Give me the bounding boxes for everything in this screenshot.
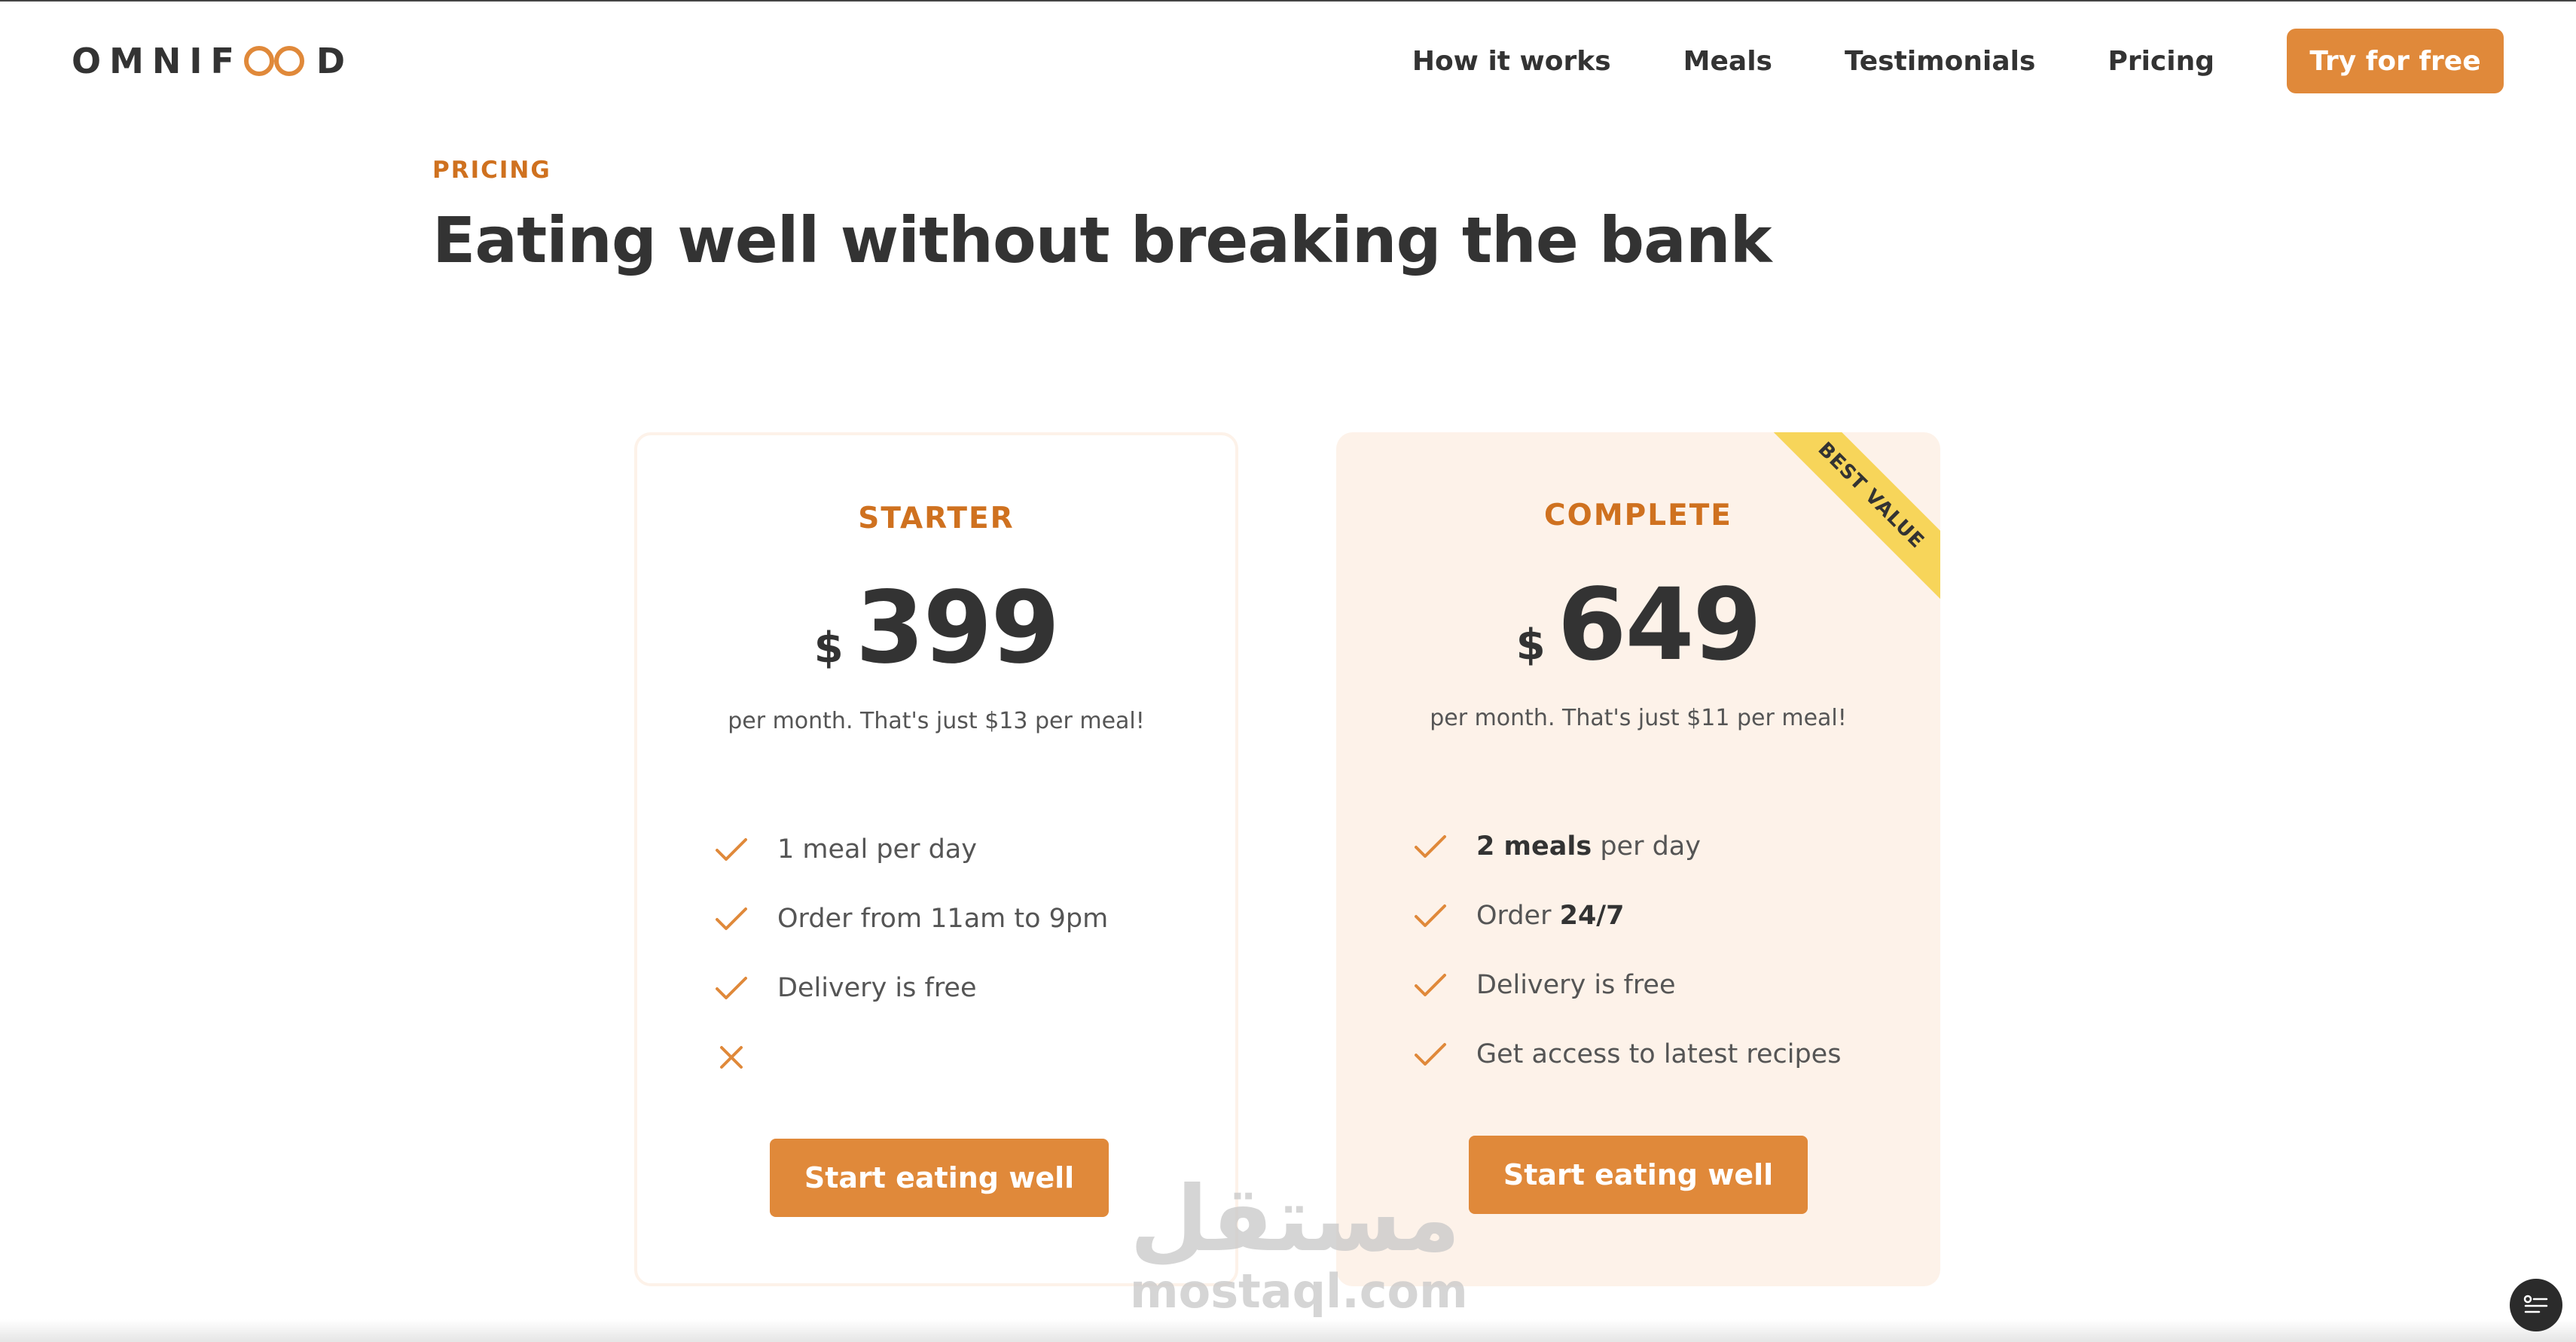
mostaql-watermark: مستقل mostaql.com [1130,1167,1468,1319]
feature-text: Order from 11am to 9pm [777,904,1109,934]
section-title: Eating well without breaking the bank [432,203,1772,277]
bottom-shadow [0,1319,2576,1342]
feature-item: Order from 11am to 9pm [713,884,1108,953]
feature-text: 2 meals per day [1476,831,1701,862]
feature-text: Order 24/7 [1476,901,1625,931]
check-icon [1415,904,1446,927]
feature-item: 2 meals per day [1412,812,1841,881]
start-eating-well-button[interactable]: Start eating well [1469,1136,1808,1214]
price-note: per month. That's just $13 per meal! [728,708,1145,734]
feature-item [713,1023,1108,1092]
price-currency: $ [1515,621,1546,669]
list-icon [2523,1295,2548,1313]
feature-item: Delivery is free [1412,950,1841,1020]
plan-name: COMPLETE [1544,499,1732,532]
feature-text: 1 meal per day [777,834,977,865]
logo-text-right: D [316,41,354,81]
start-eating-well-button[interactable]: Start eating well [770,1139,1109,1217]
infinity-icon [243,46,304,76]
price: $ 399 [637,578,1235,678]
feature-text: Delivery is free [1476,970,1676,1000]
close-icon [720,1046,743,1069]
nav-testimonials[interactable]: Testimonials [1845,46,2035,77]
feature-list: 1 meal per day Order from 11am to 9pm De… [713,815,1108,1092]
nav-pricing[interactable]: Pricing [2107,46,2214,77]
price-amount: 399 [855,570,1061,686]
nav-meals[interactable]: Meals [1683,46,1772,77]
feature-text: Delivery is free [777,973,977,1003]
window-top-border [0,0,2576,2]
price-currency: $ [813,624,844,673]
omnifood-logo[interactable]: OMNIF D [72,41,353,81]
feature-item: Get access to latest recipes [1412,1020,1841,1089]
check-icon [716,977,747,999]
watermark-latin: mostaql.com [1130,1264,1468,1319]
check-icon [716,907,747,930]
check-icon [1415,835,1446,858]
feature-text: Get access to latest recipes [1476,1039,1842,1069]
price-amount: 649 [1557,567,1763,683]
plan-name: STARTER [858,502,1015,535]
price-note: per month. That's just $11 per meal! [1430,705,1847,731]
check-icon [716,838,747,861]
main-nav: How it works Meals Testimonials Pricing … [1412,29,2504,93]
try-for-free-button[interactable]: Try for free [2287,29,2504,93]
pricing-card-starter: STARTER $ 399 per month. That's just $13… [634,432,1238,1286]
feature-item: Delivery is free [713,953,1108,1023]
feature-item: Order 24/7 [1412,881,1841,950]
pricing-page: OMNIF D How it works Meals Testimonials … [0,0,2576,1342]
watermark-arabic: مستقل [1130,1167,1460,1272]
check-icon [1415,1043,1446,1066]
section-eyebrow: PRICING [432,157,551,184]
feature-item: 1 meal per day [713,815,1108,884]
logo-text-left: OMNIF [72,41,243,81]
pricing-card-complete: BEST VALUE COMPLETE $ 649 per month. Tha… [1336,432,1940,1286]
feature-list: 2 meals per day Order 24/7 Delivery is f… [1412,812,1841,1089]
price: $ 649 [1336,575,1940,675]
check-icon [1415,974,1446,996]
nav-how-it-works[interactable]: How it works [1412,46,1611,77]
floating-menu-button[interactable] [2510,1279,2562,1331]
